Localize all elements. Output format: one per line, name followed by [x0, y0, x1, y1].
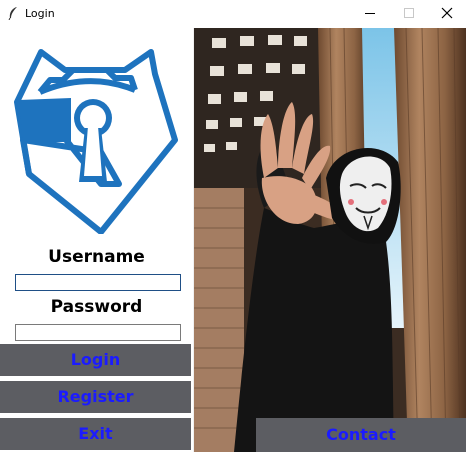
close-button[interactable] [430, 0, 466, 28]
window-title: Login [25, 7, 55, 20]
username-input[interactable] [15, 274, 181, 291]
title-bar[interactable]: Login [0, 0, 466, 28]
close-icon [441, 7, 453, 19]
register-button[interactable]: Register [0, 381, 191, 413]
masked-person-photo [194, 28, 466, 452]
keyhole-shield-logo [14, 49, 178, 234]
contact-button[interactable]: Contact [256, 418, 466, 452]
login-button[interactable]: Login [0, 344, 191, 376]
password-input[interactable] [15, 324, 181, 341]
maximize-icon [404, 8, 414, 18]
password-label: Password [50, 297, 143, 317]
login-panel: Username Password Login Register Exit [0, 28, 193, 452]
minimize-button[interactable] [352, 0, 388, 28]
login-window: Login Username Password Login Register E… [0, 0, 466, 452]
exit-button[interactable]: Exit [0, 418, 191, 450]
maximize-button[interactable] [391, 0, 427, 28]
username-label: Username [48, 247, 145, 267]
feather-icon [8, 7, 17, 20]
minimize-icon [365, 13, 375, 14]
